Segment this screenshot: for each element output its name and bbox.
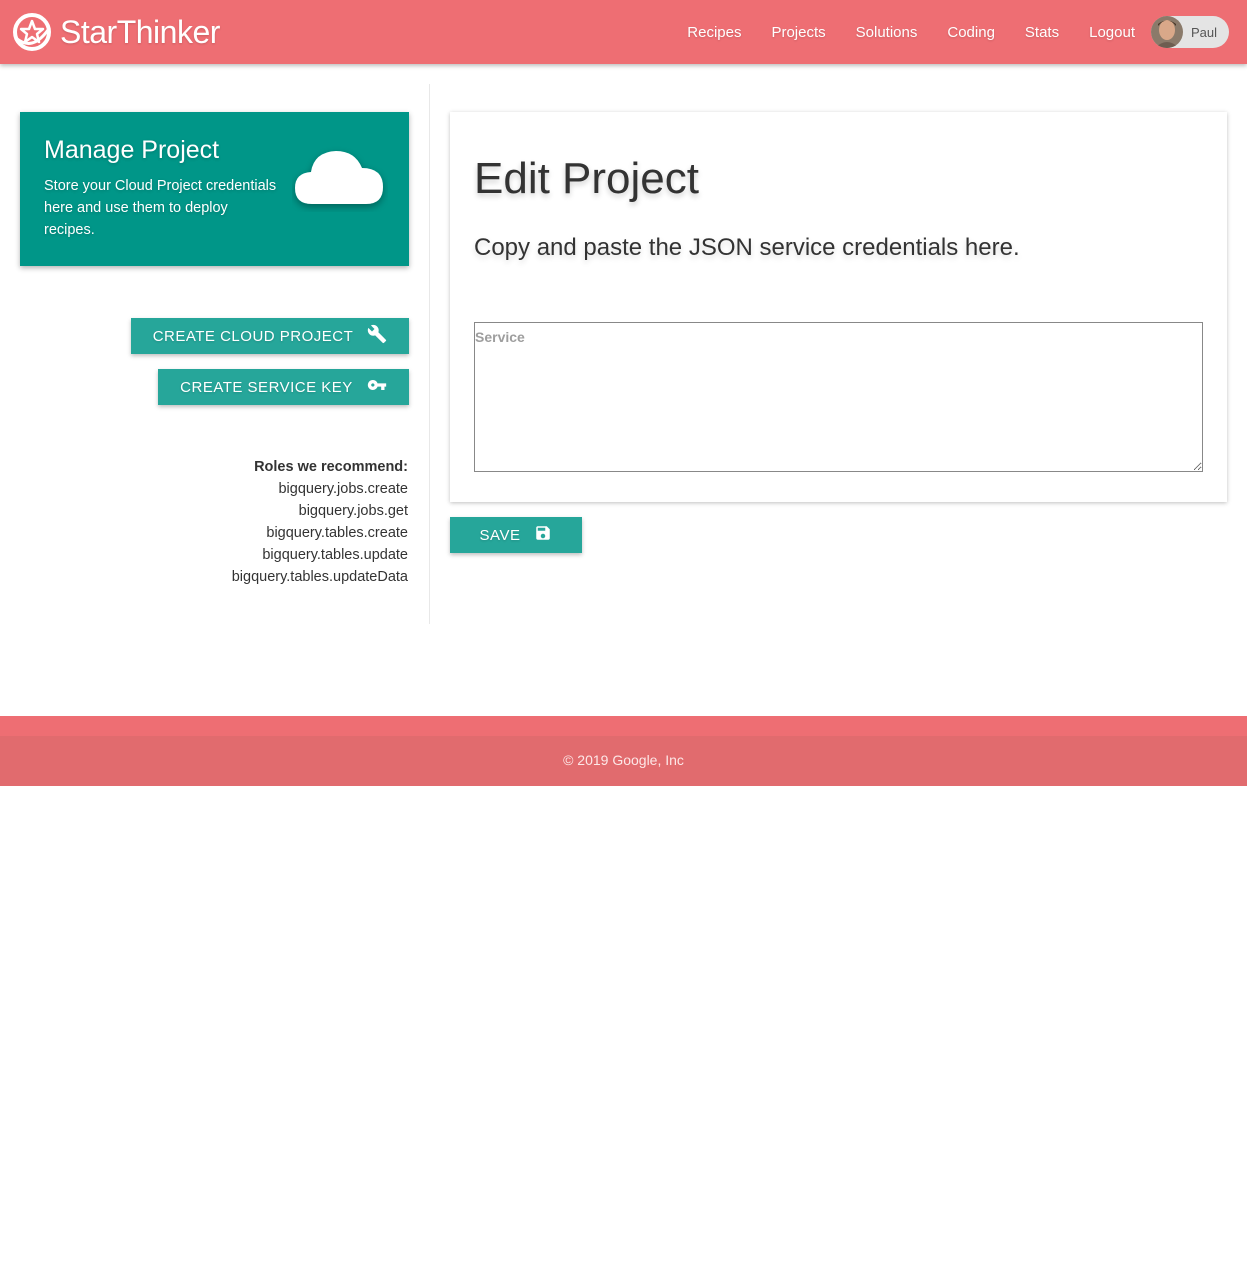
left-column: Manage Project Store your Cloud Project … <box>20 112 409 585</box>
page-title: Edit Project <box>474 154 699 203</box>
manage-project-description: Store your Cloud Project credentials her… <box>44 178 277 238</box>
cloud-icon <box>292 142 388 212</box>
main-nav: Recipes Projects Solutions Coding Stats … <box>657 0 1229 64</box>
roles-heading: Roles we recommend: <box>254 459 408 475</box>
page-subtitle: Copy and paste the JSON service credenti… <box>474 234 1020 261</box>
create-service-key-button[interactable]: CREATE SERVICE KEY <box>158 369 409 405</box>
brand-name: StarThinker <box>60 13 220 50</box>
manage-project-title: Manage Project <box>44 136 220 164</box>
wrench-icon <box>353 324 387 348</box>
role-item: bigquery.tables.create <box>266 525 408 541</box>
nav-stats[interactable]: Stats <box>1025 24 1059 41</box>
nav-logout[interactable]: Logout <box>1089 24 1135 41</box>
create-cloud-project-button[interactable]: CREATE CLOUD PROJECT <box>131 318 409 354</box>
role-item: bigquery.tables.updateData <box>231 569 408 585</box>
key-icon <box>353 375 387 399</box>
save-icon <box>520 524 552 546</box>
footer-copyright: © 2019 Google, Inc <box>563 752 684 768</box>
brand-home-link[interactable]: StarThinker <box>12 12 220 52</box>
recommended-roles: Roles we recommend: bigquery.jobs.create… <box>170 456 408 588</box>
user-chip[interactable]: Paul <box>1151 16 1229 48</box>
nav-solutions[interactable]: Solutions <box>856 24 918 41</box>
service-credentials-textarea[interactable] <box>474 322 1203 472</box>
nav-recipes[interactable]: Recipes <box>687 24 741 41</box>
footer-band <box>0 716 1247 736</box>
role-item: bigquery.jobs.get <box>298 503 408 519</box>
footer: © 2019 Google, Inc <box>0 716 1247 786</box>
create-service-key-label: CREATE SERVICE KEY <box>180 378 353 396</box>
user-avatar <box>1151 16 1183 48</box>
column-divider <box>429 84 430 624</box>
save-label: SAVE <box>479 526 521 544</box>
user-name: Paul <box>1191 24 1218 40</box>
starthinker-logo-icon <box>12 12 52 52</box>
role-item: bigquery.tables.update <box>262 547 408 563</box>
edit-project-card: Edit Project Copy and paste the JSON ser… <box>450 112 1227 502</box>
role-item: bigquery.jobs.create <box>278 481 408 497</box>
save-button[interactable]: SAVE <box>450 517 582 553</box>
top-navbar: StarThinker Recipes Projects Solutions C… <box>0 0 1247 64</box>
nav-projects[interactable]: Projects <box>771 24 825 41</box>
create-cloud-project-label: CREATE CLOUD PROJECT <box>152 327 354 345</box>
nav-coding[interactable]: Coding <box>947 24 995 41</box>
manage-project-card: Manage Project Store your Cloud Project … <box>20 112 409 266</box>
